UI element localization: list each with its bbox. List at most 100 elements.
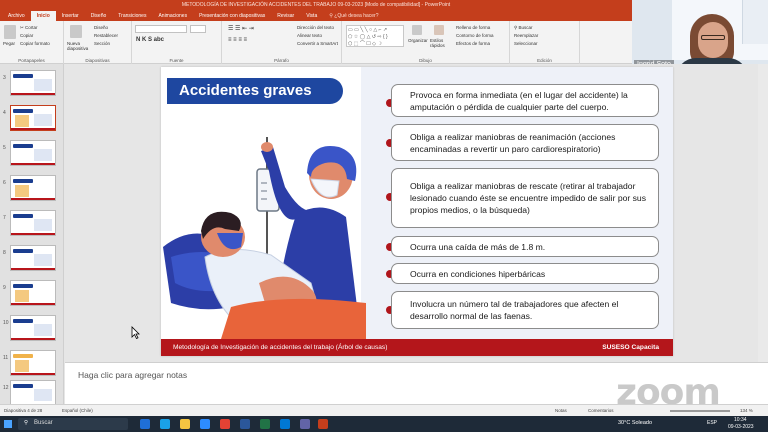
bold-button[interactable]: N K S abc xyxy=(136,37,164,43)
chrome-icon[interactable] xyxy=(220,419,230,429)
participant-face xyxy=(698,22,728,58)
clock-date[interactable]: 09-03-2023 xyxy=(728,424,754,430)
slide-thumbnails-pane: 3 4 5 6 7 8 9 10 11 12 xyxy=(0,64,64,404)
reset-button[interactable]: Restablecer xyxy=(94,33,118,38)
text-direction-button[interactable]: Dirección del texto xyxy=(297,25,334,30)
language-status[interactable]: Español (Chile) xyxy=(62,408,93,413)
taskbar-search-label: Buscar xyxy=(34,420,53,426)
group-label-paragraph: Párrafo xyxy=(274,58,289,63)
status-bar: Diapositiva 4 de 28 Español (Chile) Nota… xyxy=(0,404,768,416)
tab-vista[interactable]: Vista xyxy=(300,11,323,21)
powerpoint-icon[interactable] xyxy=(318,419,328,429)
tab-archivo[interactable]: Archivo xyxy=(2,11,31,21)
windows-start-icon[interactable] xyxy=(4,420,12,428)
section-button[interactable]: Sección xyxy=(94,41,110,46)
tab-revisar[interactable]: Revisar xyxy=(271,11,300,21)
participant-glasses xyxy=(701,35,725,40)
thumbnail-slide[interactable] xyxy=(10,175,56,201)
cut-label: Cortar xyxy=(25,25,38,30)
arrange-icon xyxy=(412,25,422,35)
shape-effects-button[interactable]: Efectos de forma xyxy=(456,41,490,46)
shape-fill-button[interactable]: Relleno de forma xyxy=(456,25,490,30)
comments-toggle[interactable]: Comentarios xyxy=(588,408,614,413)
group-label-slides: Diapositivas xyxy=(85,58,110,63)
thumbnail-slide[interactable] xyxy=(10,210,56,236)
thumbnail-slide[interactable] xyxy=(10,380,56,404)
zoom-slider[interactable] xyxy=(670,410,730,412)
smartart-button[interactable]: Convertir a SmartArt xyxy=(297,41,338,46)
thumbnail-slide[interactable] xyxy=(10,350,56,376)
group-label-editing: Edición xyxy=(537,58,552,63)
zoom-app-icon[interactable] xyxy=(200,419,210,429)
quick-styles-button[interactable]: Estilos rápidos xyxy=(430,38,450,48)
thumbnail-slide[interactable] xyxy=(10,245,56,271)
excel-icon[interactable] xyxy=(260,419,270,429)
list-buttons[interactable]: ☰ ☰ ⇤ ⇥ xyxy=(228,25,254,32)
list-item: Obliga a realizar maniobras de reanimaci… xyxy=(391,124,659,161)
thumb-number: 8 xyxy=(3,250,6,256)
paste-button[interactable]: Pegar xyxy=(3,41,15,46)
group-label-font: Fuente xyxy=(169,58,184,63)
list-item: Involucra un número tal de trabajadores … xyxy=(391,291,659,329)
layout-button[interactable]: Diseño xyxy=(94,25,108,30)
slide-canvas[interactable]: Accidentes graves Provoca en forma inmed… xyxy=(161,67,673,356)
list-item: Provoca en forma inmediata (en el lugar … xyxy=(391,84,659,117)
select-button[interactable]: Seleccionar xyxy=(514,41,538,46)
new-slide-icon xyxy=(70,25,82,38)
mouse-cursor-icon xyxy=(131,326,140,339)
tab-insertar[interactable]: Insertar xyxy=(56,11,85,21)
thumb-number: 10 xyxy=(3,320,9,326)
tab-transiciones[interactable]: Transiciones xyxy=(112,11,152,21)
format-painter-button[interactable]: Copiar formato xyxy=(20,41,50,46)
shape-outline-button[interactable]: Contorno de forma xyxy=(456,33,494,38)
notes-placeholder: Haga clic para agregar notas xyxy=(78,370,188,380)
tab-diseno[interactable]: Diseño xyxy=(85,11,113,21)
nurse-mask xyxy=(310,178,340,198)
tab-presentacion[interactable]: Presentación con diapositivas xyxy=(193,11,271,21)
align-buttons[interactable]: ≡ ≡ ≡ ≡ xyxy=(228,37,247,43)
weather-text[interactable]: 30°C Soleado xyxy=(618,420,652,426)
vertical-scrollbar[interactable] xyxy=(758,64,768,362)
video-background-panel xyxy=(742,0,768,44)
footer-left-text: Metodología de Investigación de accident… xyxy=(173,344,388,351)
tab-animaciones[interactable]: Animaciones xyxy=(152,11,193,21)
word-icon[interactable] xyxy=(240,419,250,429)
teams-icon[interactable] xyxy=(300,419,310,429)
ribbon: Pegar ✂ Cortar Copiar Copiar formato Por… xyxy=(0,21,632,64)
font-name-box[interactable] xyxy=(135,25,187,33)
find-button[interactable]: ⚲ Buscar xyxy=(514,25,533,31)
group-clipboard: Pegar ✂ Cortar Copiar Copiar formato Por… xyxy=(0,21,64,64)
thumb-number: 11 xyxy=(3,355,9,361)
thumbnail-slide[interactable] xyxy=(10,140,56,166)
search-icon: ⚲ xyxy=(24,420,29,426)
ribbon-tabs: Archivo Inicio Insertar Diseño Transicio… xyxy=(0,11,632,21)
clock-time[interactable]: 10:34 xyxy=(734,417,747,423)
group-drawing: ▭ ▭ ╲ ╲ ○ △ ⌐ ↗ ⬠ ☆ ◯ △ ↺ ⇨ { } ⬡ ⬚ ⌒ ☐ ◇ … xyxy=(342,21,510,64)
thumbnail-slide[interactable] xyxy=(10,315,56,341)
arrange-button[interactable]: Organizar xyxy=(408,38,428,43)
edge-icon[interactable] xyxy=(160,419,170,429)
quick-styles-icon xyxy=(434,25,444,35)
replace-button[interactable]: Reemplazar xyxy=(514,33,538,38)
shapes-gallery[interactable]: ▭ ▭ ╲ ╲ ○ △ ⌐ ↗ ⬠ ☆ ◯ △ ↺ ⇨ { } ⬡ ⬚ ⌒ ☐ ◇ … xyxy=(346,25,404,47)
new-slide-button[interactable]: Nueva diapositiva xyxy=(67,41,91,51)
notes-toggle[interactable]: Notas xyxy=(555,408,567,413)
thumbnail-slide[interactable] xyxy=(10,70,56,96)
blanket xyxy=(221,298,366,339)
input-language[interactable]: ESP xyxy=(707,420,717,426)
cut-button[interactable]: ✂ Cortar xyxy=(20,25,38,31)
task-view-icon[interactable] xyxy=(140,419,150,429)
copy-button[interactable]: Copiar xyxy=(20,33,33,38)
thumb-number: 12 xyxy=(3,385,9,391)
zoom-level[interactable]: 134 % xyxy=(740,408,753,413)
font-size-box[interactable] xyxy=(190,25,206,33)
thumbnail-slide-selected[interactable] xyxy=(10,105,56,131)
tell-me-search[interactable]: ⚲ ¿Qué desea hacer? xyxy=(323,11,384,21)
align-text-button[interactable]: Alinear texto xyxy=(297,33,322,38)
thumbnail-slide[interactable] xyxy=(10,280,56,306)
slide-title: Accidentes graves xyxy=(167,78,343,104)
file-explorer-icon[interactable] xyxy=(180,419,190,429)
window-title: METODOLOGÍA DE INVESTIGACIÓN ACCIDENTES … xyxy=(0,0,632,11)
tab-inicio[interactable]: Inicio xyxy=(30,11,56,21)
outlook-icon[interactable] xyxy=(280,419,290,429)
